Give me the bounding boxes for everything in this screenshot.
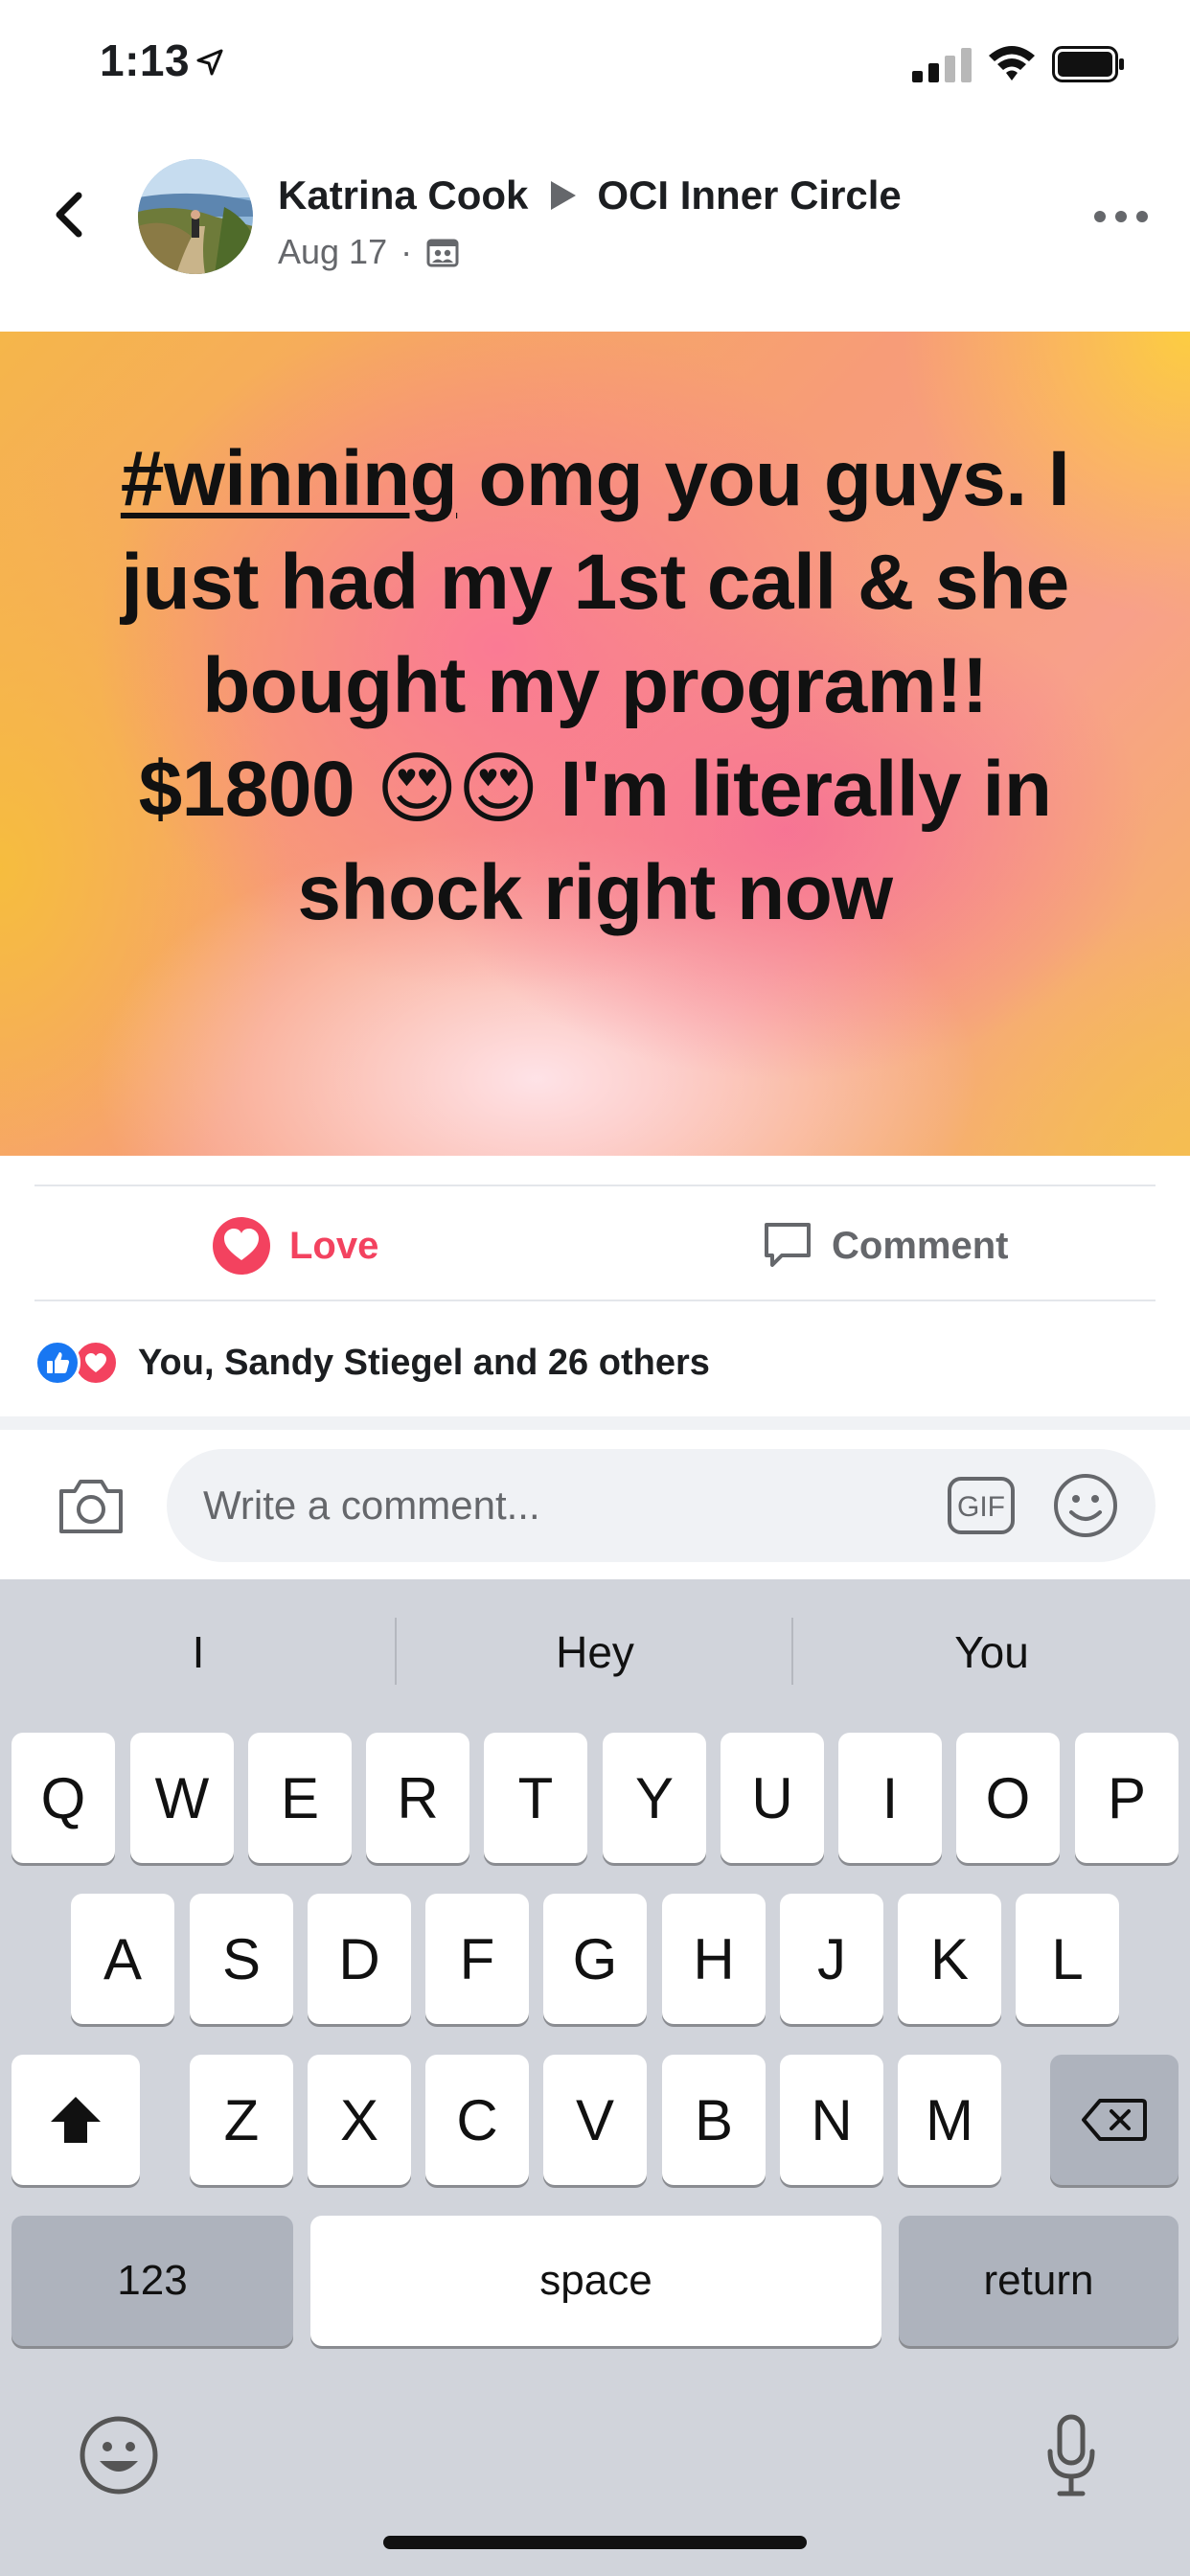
key-d[interactable]: D xyxy=(308,1894,411,2024)
gif-label: GIF xyxy=(957,1491,1005,1523)
comment-composer: GIF xyxy=(0,1430,1190,1579)
section-separator xyxy=(0,1416,1190,1430)
key-g[interactable]: G xyxy=(543,1894,647,2024)
key-m[interactable]: M xyxy=(898,2055,1001,2185)
keyboard: I Hey You Q W E R T Y U I O P A S D F G … xyxy=(0,1579,1190,2576)
key-x[interactable]: X xyxy=(308,2055,411,2185)
back-chevron-icon[interactable] xyxy=(46,186,92,243)
key-b[interactable]: B xyxy=(662,2055,766,2185)
post-text: #winning omg you guys. I just had my 1st… xyxy=(96,427,1094,945)
gif-icon: GIF xyxy=(948,1477,1015,1534)
hashtag-link[interactable]: #winning xyxy=(121,435,458,522)
group-privacy-icon xyxy=(426,239,459,267)
key-h[interactable]: H xyxy=(662,1894,766,2024)
love-label: Love xyxy=(289,1224,379,1267)
divider xyxy=(34,1184,1156,1186)
key-v[interactable]: V xyxy=(543,2055,647,2185)
key-p[interactable]: P xyxy=(1075,1733,1179,1863)
key-c[interactable]: C xyxy=(425,2055,529,2185)
comment-button[interactable]: Comment xyxy=(761,1215,1008,1276)
numbers-key[interactable]: 123 xyxy=(11,2216,293,2346)
emoji-picker-icon[interactable] xyxy=(1052,1472,1119,1539)
shift-key[interactable] xyxy=(11,2055,140,2185)
suggestion-1[interactable]: I xyxy=(0,1616,397,1689)
home-indicator xyxy=(383,2536,807,2549)
space-key[interactable]: space xyxy=(310,2216,881,2346)
key-k[interactable]: K xyxy=(898,1894,1001,2024)
comment-label: Comment xyxy=(832,1224,1009,1267)
post-date[interactable]: Aug 17 xyxy=(278,232,387,272)
reactions-text: You, Sandy Stiegel and 26 others xyxy=(138,1342,710,1383)
battery-icon xyxy=(1052,46,1124,82)
author-avatar[interactable] xyxy=(138,159,253,274)
key-q[interactable]: Q xyxy=(11,1733,115,1863)
post-author-line: Katrina Cook OCI Inner Circle xyxy=(278,172,902,218)
meta-separator: · xyxy=(400,232,413,271)
status-time: 1:13 xyxy=(100,35,191,85)
microphone-icon[interactable] xyxy=(1044,2413,1098,2499)
cellular-signal-icon xyxy=(912,48,972,82)
post-meta: Aug 17 · xyxy=(278,232,460,272)
divider xyxy=(34,1300,1156,1301)
key-e[interactable]: E xyxy=(248,1733,352,1863)
post-header: Katrina Cook OCI Inner Circle Aug 17 · xyxy=(0,144,1190,332)
key-f[interactable]: F xyxy=(425,1894,529,2024)
love-reaction-icon xyxy=(213,1217,270,1275)
gif-button[interactable]: GIF xyxy=(947,1476,1016,1535)
key-n[interactable]: N xyxy=(780,2055,883,2185)
reactions-summary[interactable]: You, Sandy Stiegel and 26 others xyxy=(34,1338,710,1388)
key-o[interactable]: O xyxy=(956,1733,1060,1863)
comment-input-container[interactable]: GIF xyxy=(167,1449,1156,1562)
post-background: #winning omg you guys. I just had my 1st… xyxy=(0,332,1190,1156)
status-bar: 1:13 xyxy=(0,0,1190,125)
key-z[interactable]: Z xyxy=(190,2055,293,2185)
backspace-key[interactable] xyxy=(1050,2055,1179,2185)
key-t[interactable]: T xyxy=(484,1733,587,1863)
suggestion-3[interactable]: You xyxy=(793,1616,1190,1689)
key-u[interactable]: U xyxy=(721,1733,824,1863)
location-arrow-icon xyxy=(196,49,223,76)
keyboard-emoji-icon[interactable] xyxy=(79,2415,159,2496)
love-button[interactable]: Love xyxy=(211,1215,378,1276)
suggestion-2[interactable]: Hey xyxy=(397,1616,793,1689)
return-key[interactable]: return xyxy=(899,2216,1179,2346)
author-name[interactable]: Katrina Cook xyxy=(278,172,528,218)
avatar-photo xyxy=(138,159,253,274)
key-a[interactable]: A xyxy=(71,1894,174,2024)
group-arrow-icon xyxy=(551,181,577,210)
reaction-icons xyxy=(34,1338,130,1388)
shift-arrow-icon xyxy=(51,2097,101,2143)
key-i[interactable]: I xyxy=(838,1733,942,1863)
key-s[interactable]: S xyxy=(190,1894,293,2024)
wifi-icon xyxy=(989,46,1035,80)
more-options-icon[interactable] xyxy=(1092,207,1150,226)
key-r[interactable]: R xyxy=(366,1733,469,1863)
camera-icon[interactable] xyxy=(56,1476,126,1537)
key-l[interactable]: L xyxy=(1016,1894,1119,2024)
comment-bubble-icon xyxy=(765,1223,811,1267)
like-icon xyxy=(34,1340,80,1386)
key-w[interactable]: W xyxy=(130,1733,234,1863)
group-name[interactable]: OCI Inner Circle xyxy=(597,172,901,218)
comment-input[interactable] xyxy=(203,1449,874,1562)
key-y[interactable]: Y xyxy=(603,1733,706,1863)
key-j[interactable]: J xyxy=(780,1894,883,2024)
backspace-icon xyxy=(1082,2099,1147,2141)
